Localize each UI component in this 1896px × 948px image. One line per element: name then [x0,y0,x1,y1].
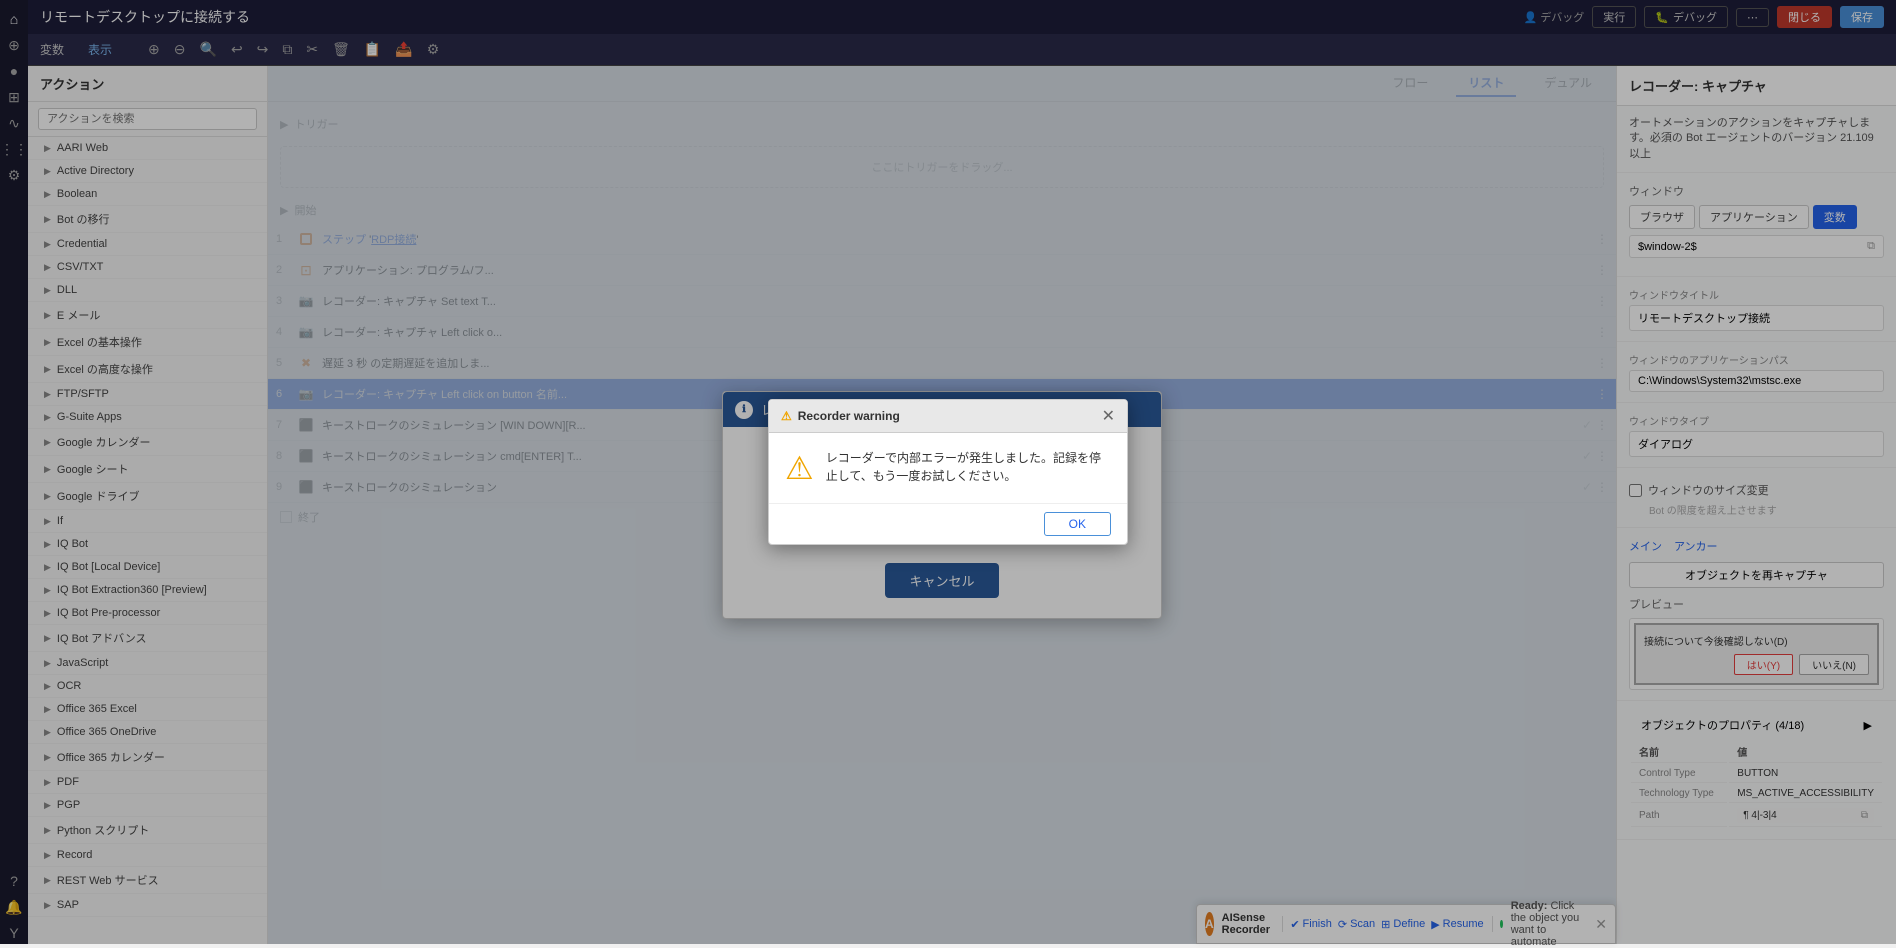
warning-triangle-icon: ⚠ [785,449,814,487]
warning-overlay: ⚠ Recorder warning ✕ ⚠ レコーダーで内部エラーが発生しまし… [0,0,1896,944]
warning-dialog: ⚠ Recorder warning ✕ ⚠ レコーダーで内部エラーが発生しまし… [768,399,1128,545]
warning-dialog-title: ⚠ Recorder warning [781,409,900,423]
warning-icon-small: ⚠ [781,409,792,423]
warning-dialog-body: ⚠ レコーダーで内部エラーが発生しました。記録を停止して、もう一度お試しください… [769,433,1127,503]
warning-dialog-footer: OK [769,503,1127,544]
ok-button[interactable]: OK [1044,512,1111,536]
warning-dialog-title-bar: ⚠ Recorder warning ✕ [769,400,1127,433]
warning-message: レコーダーで内部エラーが発生しました。記録を停止して、もう一度お試しください。 [826,449,1111,487]
warning-close-button[interactable]: ✕ [1102,406,1115,426]
